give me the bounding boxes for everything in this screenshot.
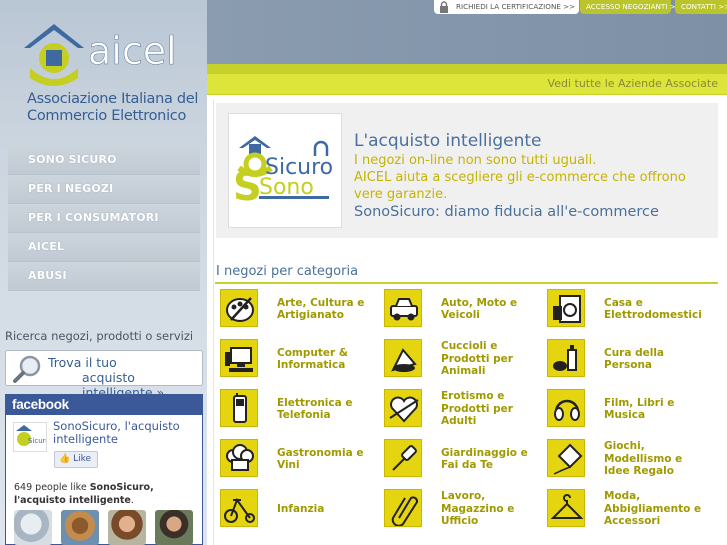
hero-tagline: SonoSicuro: diamo fiducia all'e-commerce <box>354 204 659 220</box>
hero-title: L'acquisto intelligente <box>354 131 542 151</box>
request-certification-link[interactable]: RICHIEDI LA CERTIFICAZIONE >> <box>434 0 579 14</box>
headphones-icon <box>547 389 585 427</box>
category-label: Auto, Moto e Veicoli <box>441 296 518 322</box>
facebook-like-label: Like <box>73 454 92 464</box>
category-arte-cultura[interactable]: Arte, Cultura e Artigianato <box>220 289 380 335</box>
category-computer[interactable]: Computer & Informatica <box>220 339 380 385</box>
category-label: Giochi, Modellismo e Idee Regalo <box>604 440 683 478</box>
category-cuccioli[interactable]: Cuccioli e Prodotti per Animali <box>384 339 544 385</box>
magnifier-icon <box>12 354 44 388</box>
nav-item-per-i-consumatori[interactable]: PER I CONSUMATORI <box>8 204 200 233</box>
cosmetics-icon <box>547 339 585 377</box>
lock-icon <box>438 1 450 18</box>
palette-icon <box>220 289 258 327</box>
category-lavoro[interactable]: Lavoro, Magazzino e Ufficio <box>384 489 544 535</box>
category-label: Giardinaggio e Fai da Te <box>441 446 528 472</box>
category-label: Lavoro, Magazzino e Ufficio <box>441 490 515 528</box>
computer-icon <box>220 339 258 377</box>
category-label: Cuccioli e Prodotti per Animali <box>441 340 513 378</box>
search-banner-button[interactable]: Trova il tuo acquisto intelligente » <box>5 350 203 400</box>
nav-item-abusi[interactable]: ABUSI <box>8 262 200 291</box>
facebook-like-box: facebook Sicuro SonoSicuro, l'acquisto i… <box>5 394 203 545</box>
svg-text:S: S <box>233 164 262 210</box>
facebook-like-count: 649 people like SonoSicuro, l'acquisto i… <box>14 482 154 506</box>
category-label: Elettronica e Telefonia <box>277 396 353 422</box>
contacts-link[interactable]: CONTATTI >> <box>675 0 727 14</box>
request-certification-label: RICHIEDI LA CERTIFICAZIONE <box>456 2 561 11</box>
category-moda[interactable]: Moda, Abbigliamento e Accessori <box>547 489 707 535</box>
category-label: Cura della Persona <box>604 346 665 372</box>
category-casa[interactable]: Casa e Elettrodomestici <box>547 289 707 335</box>
hero-text-line2: AICEL aiuta a scegliere gli e-commerce c… <box>354 170 686 185</box>
hero-text-line1: I negozi on-line non sono tutti uguali. <box>354 153 597 168</box>
phone-icon <box>220 389 258 427</box>
category-giardinaggio[interactable]: Giardinaggio e Fai da Te <box>384 439 544 485</box>
pet-food-icon <box>384 339 422 377</box>
double-chevron-icon: >> <box>718 2 727 11</box>
search-label: Ricerca negozi, prodotti o servizi <box>5 329 194 343</box>
facebook-page-avatar[interactable]: Sicuro <box>13 422 50 452</box>
hanger-icon <box>547 489 585 527</box>
appliance-icon <box>547 289 585 327</box>
screwdriver-icon <box>384 439 422 477</box>
fan-avatar[interactable] <box>155 510 194 545</box>
merchant-access-label: ACCESSO NEGOZIANTI <box>586 2 668 11</box>
car-icon <box>384 289 422 327</box>
category-film-libri[interactable]: Film, Libri e Musica <box>547 389 707 435</box>
double-chevron-icon: >> <box>563 2 576 11</box>
thumbs-up-icon: 👍 <box>59 454 71 464</box>
tricycle-icon <box>220 489 258 527</box>
svg-text:aicel: aicel <box>88 29 177 73</box>
svg-text:Sicuro: Sicuro <box>28 437 46 445</box>
category-cura-persona[interactable]: Cura della Persona <box>547 339 707 385</box>
category-auto-moto[interactable]: Auto, Moto e Veicoli <box>384 289 544 335</box>
kite-icon <box>547 439 585 477</box>
left-column: aicel Associazione Italiana del Commerci… <box>0 0 207 545</box>
category-infanzia[interactable]: Infanzia <box>220 489 380 535</box>
category-giochi[interactable]: Giochi, Modellismo e Idee Regalo <box>547 439 707 485</box>
nav-item-aicel[interactable]: AICEL <box>8 233 200 262</box>
facebook-page-name[interactable]: SonoSicuro, l'acquisto intelligente <box>53 420 198 446</box>
chef-hat-icon <box>220 439 258 477</box>
category-label: Film, Libri e Musica <box>604 396 675 422</box>
nav-item-per-i-negozi[interactable]: PER I NEGOZI <box>8 175 200 204</box>
facebook-like-number: 649 <box>14 482 33 493</box>
association-name: Associazione Italiana del Commercio Elet… <box>27 91 199 124</box>
category-label: Erotismo e Prodotti per Adulti <box>441 390 513 428</box>
main-nav: SONO SICURO PER I NEGOZI PER I CONSUMATO… <box>8 146 200 291</box>
category-gastronomia[interactable]: Gastronomia e Vini <box>220 439 380 485</box>
category-erotismo[interactable]: Erotismo e Prodotti per Adulti <box>384 389 544 435</box>
category-label: Gastronomia e Vini <box>277 446 364 472</box>
categories-divider <box>215 282 718 284</box>
fan-avatar[interactable] <box>14 510 52 545</box>
facebook-likes-text: people like <box>35 482 87 493</box>
contacts-label: CONTATTI <box>681 2 717 11</box>
hero-text-line3: vere garanzie. <box>354 187 448 202</box>
fan-avatar[interactable] <box>61 510 100 545</box>
aicel-logo-icon: aicel <box>24 24 177 86</box>
sonosicuro-logo-icon: Sicuro S Sono <box>233 136 333 210</box>
facebook-header: facebook <box>6 395 202 415</box>
merchant-access-link[interactable]: ACCESSO NEGOZIANTI >> <box>580 0 682 14</box>
facebook-fan-faces <box>14 510 197 545</box>
facebook-like-button[interactable]: 👍 Like <box>54 451 99 468</box>
aicel-logo[interactable]: aicel <box>22 22 202 92</box>
sonosicuro-mini-logo-icon: Sicuro <box>16 425 50 446</box>
heart-icon <box>384 389 422 427</box>
search-banner-line1: Trova il tuo <box>48 355 117 370</box>
nav-item-sono-sicuro[interactable]: SONO SICURO <box>8 146 200 175</box>
sonosicuro-logo[interactable]: Sicuro S Sono <box>228 113 342 228</box>
category-label: Computer & Informatica <box>277 346 348 372</box>
category-label: Arte, Cultura e Artigianato <box>277 296 365 322</box>
associated-companies-link[interactable]: Vedi tutte le Aziende Associate <box>207 74 727 94</box>
category-label: Infanzia <box>277 502 325 515</box>
categories-title: I negozi per categoria <box>216 264 359 279</box>
category-elettronica[interactable]: Elettronica e Telefonia <box>220 389 380 435</box>
category-label: Moda, Abbigliamento e Accessori <box>604 490 702 528</box>
top-bar: RICHIEDI LA CERTIFICAZIONE >> ACCESSO NE… <box>207 0 727 64</box>
paperclip-icon <box>384 489 422 527</box>
fan-avatar[interactable] <box>108 510 147 545</box>
category-label: Casa e Elettrodomestici <box>604 296 702 322</box>
